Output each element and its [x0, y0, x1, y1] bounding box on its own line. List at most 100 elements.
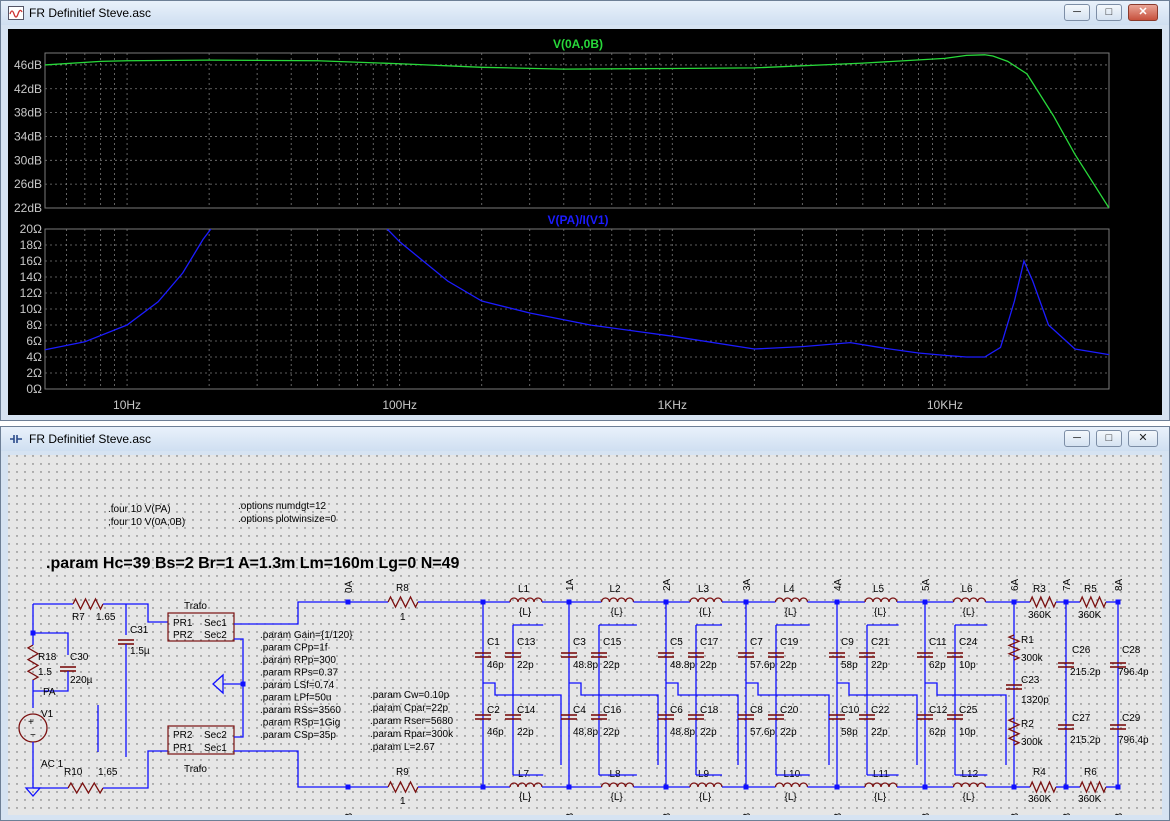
trace-line — [45, 54, 1109, 208]
waveform-plot-area[interactable]: 46dB 42dB 38dB 34dB 30dB 26dB 22dB V(0A,0B) 20Ω 1… — [8, 29, 1162, 415]
C26-value: 215.2p — [1070, 667, 1101, 678]
trafo-param-line: .param Gain={1/120} — [260, 630, 353, 641]
y-tick-label: 42dB — [14, 82, 42, 96]
V1-label: V1 — [41, 709, 54, 720]
line-param-line: .param Rser=5680 — [370, 716, 454, 727]
inductor-value-bottom: {L} — [874, 792, 887, 803]
schematic-svg[interactable]: .four 10 V(PA) ;four 10 V(0A,0B) .options … — [8, 455, 1162, 815]
R1-label: R1 — [1021, 635, 1034, 646]
waveform-app-icon — [8, 6, 24, 20]
R8-label: R8 — [396, 583, 409, 594]
C31-label: C31 — [130, 625, 149, 636]
V1-ac-label: AC 1 — [41, 759, 64, 770]
cap-value: 62p — [929, 727, 946, 738]
node-label-6B: 6B — [1010, 812, 1021, 815]
cap-label: C19 — [780, 637, 799, 648]
node-label-5A: 5A — [921, 578, 932, 591]
trace-title: V(PA)/I(V1) — [547, 213, 608, 227]
v1-minus-sign: − — [30, 730, 36, 741]
trafo-param-line: .param CSp=35p — [260, 730, 336, 741]
C29-label: C29 — [1122, 713, 1141, 724]
junction-dot — [566, 784, 572, 790]
cap-value: 22p — [780, 660, 797, 671]
junction-dot — [922, 599, 928, 605]
junction-dot — [834, 599, 840, 605]
R7-label: R7 — [72, 612, 85, 623]
trafo-param-line: .param LSf=0.74 — [260, 680, 335, 691]
R2-label: R2 — [1021, 719, 1034, 730]
options-directive: .options numdgt=12 — [238, 501, 327, 512]
close-icon: ✕ — [1138, 432, 1148, 444]
C23-label: C23 — [1021, 675, 1040, 686]
cap-label: C3 — [573, 637, 586, 648]
close-button[interactable]: ✕ — [1128, 430, 1158, 447]
schematic-app-icon — [10, 435, 22, 443]
inductor-label-top: L3 — [698, 584, 710, 595]
pr1-pin: PR1 — [173, 618, 193, 629]
R9-value: 1 — [400, 796, 406, 807]
R8-value: 1 — [400, 612, 406, 623]
schematic-canvas[interactable]: .four 10 V(PA) ;four 10 V(0A,0B) .options … — [8, 455, 1162, 815]
plot-window-titlebar[interactable]: FR Definitief Steve.asc ─ □ ✕ — [1, 1, 1169, 25]
pr2-pin: PR2 — [173, 630, 193, 641]
C30-value: 220µ — [70, 675, 93, 686]
R3-label: R3 — [1033, 584, 1046, 595]
cap-value: 57.6p — [750, 727, 775, 738]
inductor-value-bottom: {L} — [785, 792, 798, 803]
y-tick-label: 46dB — [14, 58, 42, 72]
R10-label: R10 — [64, 767, 83, 778]
junction-dot — [663, 599, 669, 605]
trafo-label-bottom: Trafo — [184, 764, 207, 775]
plot-window: FR Definitief Steve.asc ─ □ ✕ 46dB 42dB 38… — [0, 0, 1170, 421]
cap-label: C22 — [871, 705, 890, 716]
node-label-8A: 8A — [1114, 578, 1125, 591]
pr2-pin: PR2 — [173, 730, 193, 741]
R3-value: 360K — [1028, 610, 1052, 621]
inductor-label-top: L5 — [873, 584, 885, 595]
cap-label: C7 — [750, 637, 763, 648]
node-label-7B: 7B — [1062, 812, 1073, 815]
cap-value: 22p — [700, 727, 717, 738]
trafo-param-line: .param CPp=1f — [260, 643, 328, 654]
cap-label: C2 — [487, 705, 500, 716]
schematic-window-titlebar[interactable]: FR Definitief Steve.asc ─ □ ✕ — [1, 427, 1169, 451]
restore-button[interactable]: □ — [1096, 430, 1122, 447]
sec2-pin: Sec2 — [204, 730, 227, 741]
x-tick-label: 1KHz — [658, 398, 687, 412]
R9-label: R9 — [396, 767, 409, 778]
four-comment: ;four 10 V(0A,0B) — [108, 517, 185, 528]
cap-value: 48.8p — [670, 727, 695, 738]
maximize-button[interactable]: □ — [1096, 4, 1122, 21]
trace-title: V(0A,0B) — [553, 37, 603, 51]
cap-value: 58p — [841, 727, 858, 738]
cap-label: C14 — [517, 705, 536, 716]
inductor-label-top: L2 — [610, 584, 622, 595]
plot-frame — [44, 52, 1110, 209]
cap-label: C10 — [841, 705, 860, 716]
waveform-plot-svg[interactable]: 46dB 42dB 38dB 34dB 30dB 26dB 22dB V(0A,0B) 20Ω 1… — [8, 29, 1162, 415]
minimize-button[interactable]: ─ — [1064, 430, 1090, 447]
R2-value: 300k — [1021, 737, 1044, 748]
inductor-value-bottom: {L} — [611, 792, 624, 803]
minimize-icon: ─ — [1073, 432, 1081, 444]
node-label-4B: 4B — [833, 812, 844, 815]
node-label-4A: 4A — [833, 578, 844, 591]
line-param-line: .param Rpar=300k — [370, 729, 454, 740]
R6-value: 360K — [1078, 794, 1102, 805]
junction-dot — [743, 599, 749, 605]
trafo-param-line: .param RPp=300 — [260, 655, 336, 666]
inductor-value-bottom: {L} — [519, 792, 532, 803]
inductor-value-bottom: {L} — [963, 792, 976, 803]
node-label-6A: 6A — [1010, 578, 1021, 591]
close-button[interactable]: ✕ — [1128, 4, 1158, 21]
C29-value: 796.4p — [1118, 735, 1149, 746]
minimize-button[interactable]: ─ — [1064, 4, 1090, 21]
line-param-line: .param Cpar=22p — [370, 703, 449, 714]
y-tick-label: 10Ω — [20, 302, 42, 316]
four-directive: .four 10 V(PA) — [108, 504, 171, 515]
y-tick-label: 6Ω — [26, 334, 42, 348]
inductor-value-top: {L} — [963, 607, 976, 618]
sec2-pin: Sec2 — [204, 630, 227, 641]
junction-dot — [566, 599, 572, 605]
R10-value: 1.65 — [98, 767, 118, 778]
